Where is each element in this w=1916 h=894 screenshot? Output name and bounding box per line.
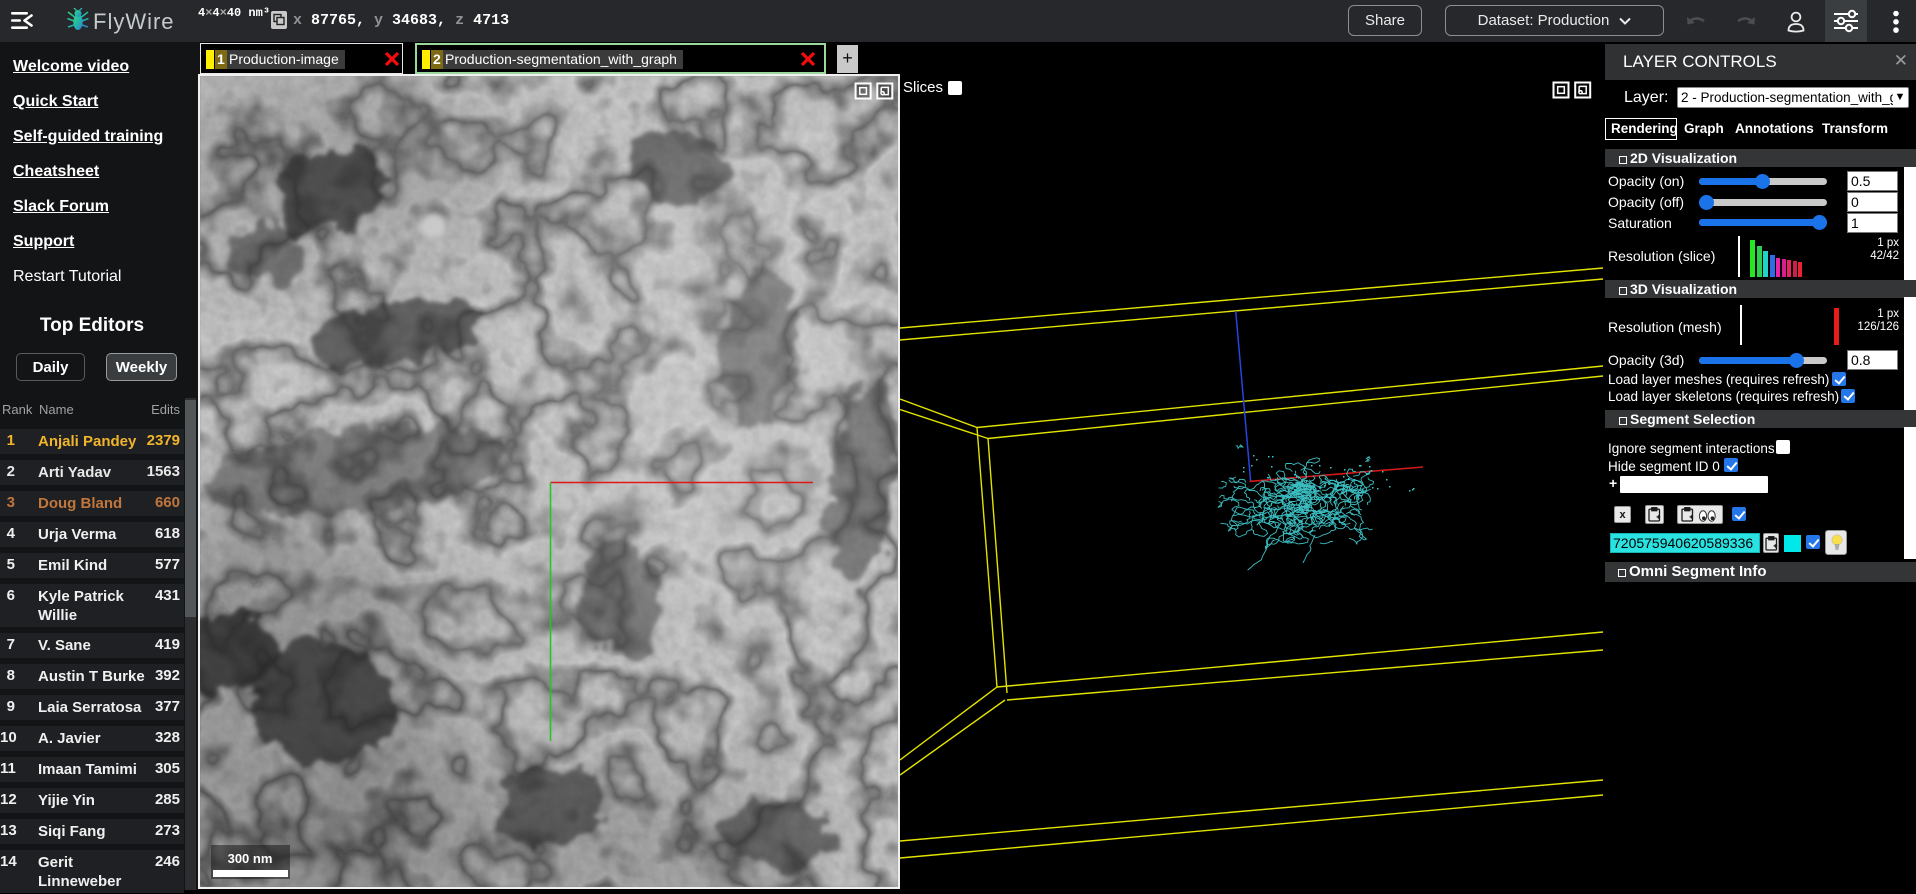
svg-text:300 nm: 300 nm [228,851,273,866]
